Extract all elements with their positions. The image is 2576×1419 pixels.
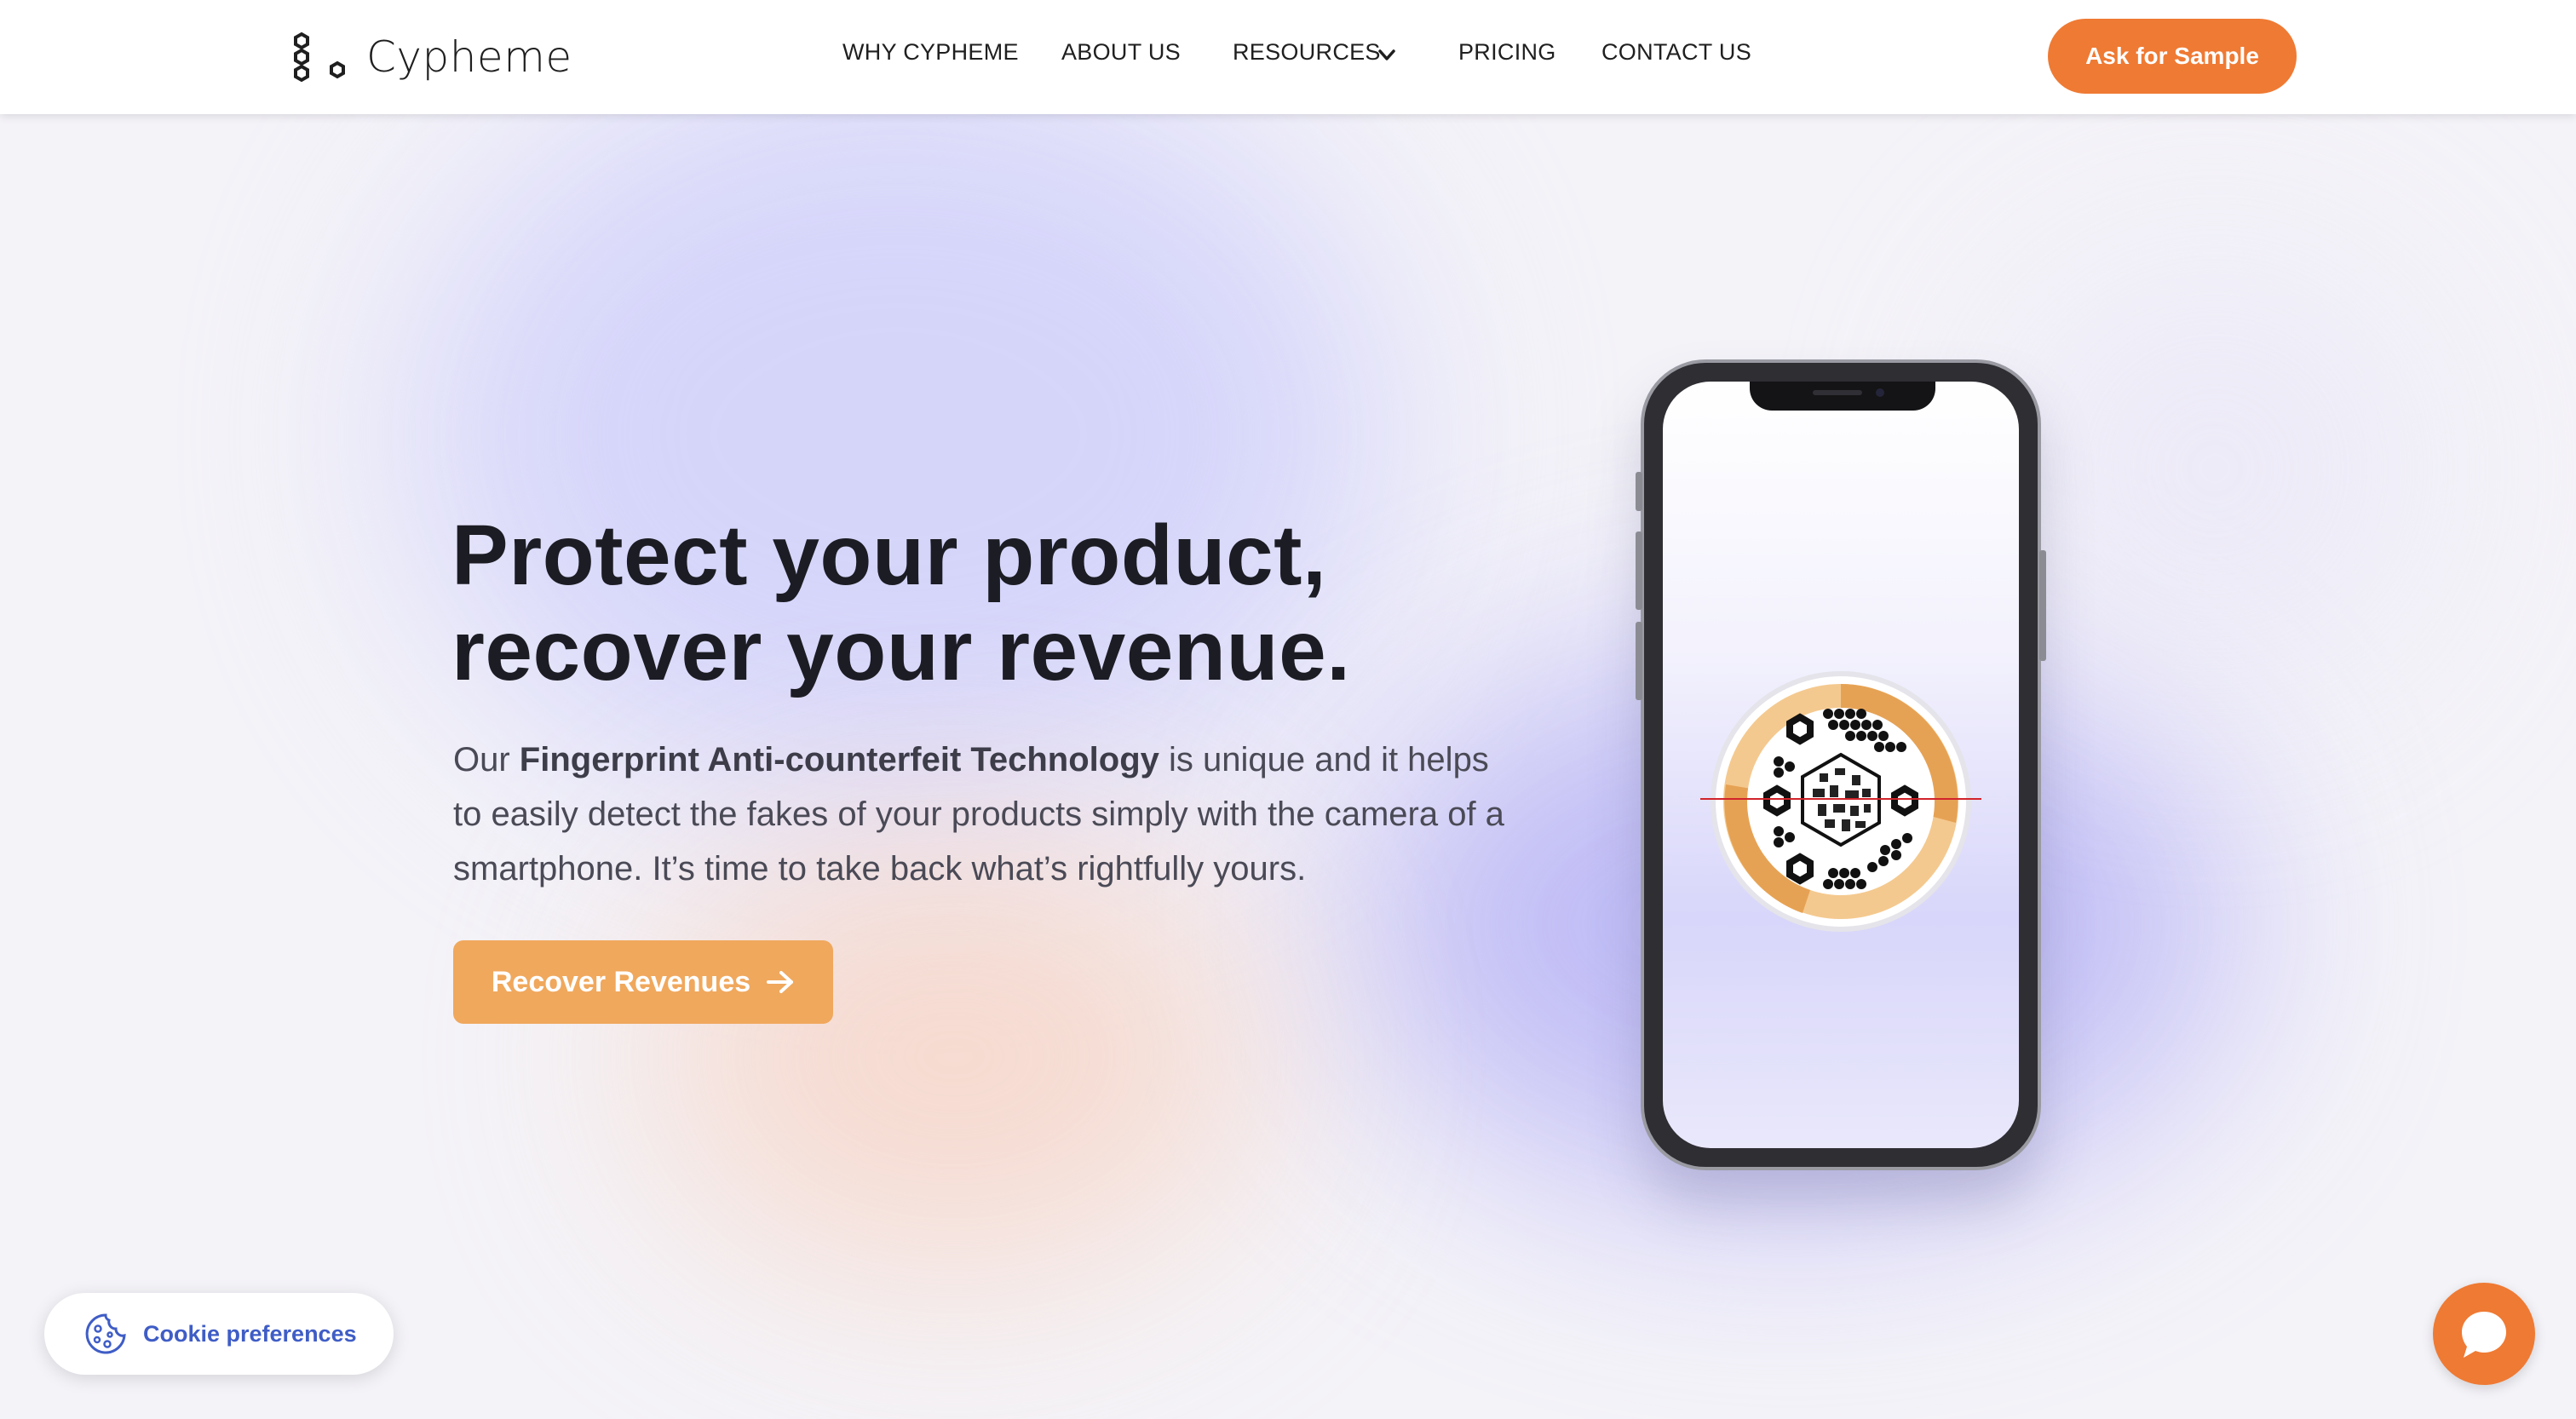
chat-bubble-icon	[2462, 1312, 2506, 1358]
cookie-preferences-label: Cookie preferences	[143, 1320, 357, 1347]
hero-background	[0, 0, 2576, 1419]
nav-pricing[interactable]: PRICING	[1458, 39, 1556, 66]
hero-text-bold: Fingerprint Anti-counterfeit Technology	[519, 741, 1159, 778]
nav-why-cypheme[interactable]: WHY CYPHEME	[842, 39, 1019, 66]
fingerprint-seal-icon	[1700, 671, 1981, 932]
hero-text-prefix: Our	[453, 741, 520, 778]
nav-resources[interactable]: RESOURCES	[1233, 39, 1381, 66]
cookie-icon	[85, 1313, 126, 1354]
brand-name: Cypheme	[366, 32, 572, 82]
ask-for-sample-button[interactable]: Ask for Sample	[2048, 19, 2297, 94]
recover-revenues-label: Recover Revenues	[491, 965, 751, 998]
cookie-preferences-button[interactable]: Cookie preferences	[44, 1293, 394, 1375]
nav-about-us[interactable]: ABOUT US	[1061, 39, 1181, 66]
brand-logo[interactable]: Cypheme	[290, 31, 572, 83]
chat-widget-button[interactable]	[2433, 1283, 2535, 1385]
recover-revenues-button[interactable]: Recover Revenues	[453, 940, 833, 1024]
hexagon-cluster-icon	[294, 32, 345, 83]
arrow-right-icon	[767, 971, 794, 993]
phone-mockup	[1636, 359, 2046, 1170]
phone-screen	[1663, 382, 2019, 1148]
top-navbar: Cypheme WHY CYPHEME ABOUT US RESOURCES P…	[0, 0, 2576, 114]
phone-notch	[1750, 382, 1935, 411]
hero-title-line-1: Protect your product,	[451, 508, 1327, 603]
nav-contact-us[interactable]: CONTACT US	[1601, 39, 1751, 66]
hero-title: Protect your product, recover your reven…	[451, 508, 1350, 698]
chevron-down-icon[interactable]	[1375, 44, 1399, 66]
hero-title-line-2: recover your revenue.	[451, 603, 1351, 698]
hero-description: Our Fingerprint Anti-counterfeit Technol…	[453, 732, 1518, 896]
